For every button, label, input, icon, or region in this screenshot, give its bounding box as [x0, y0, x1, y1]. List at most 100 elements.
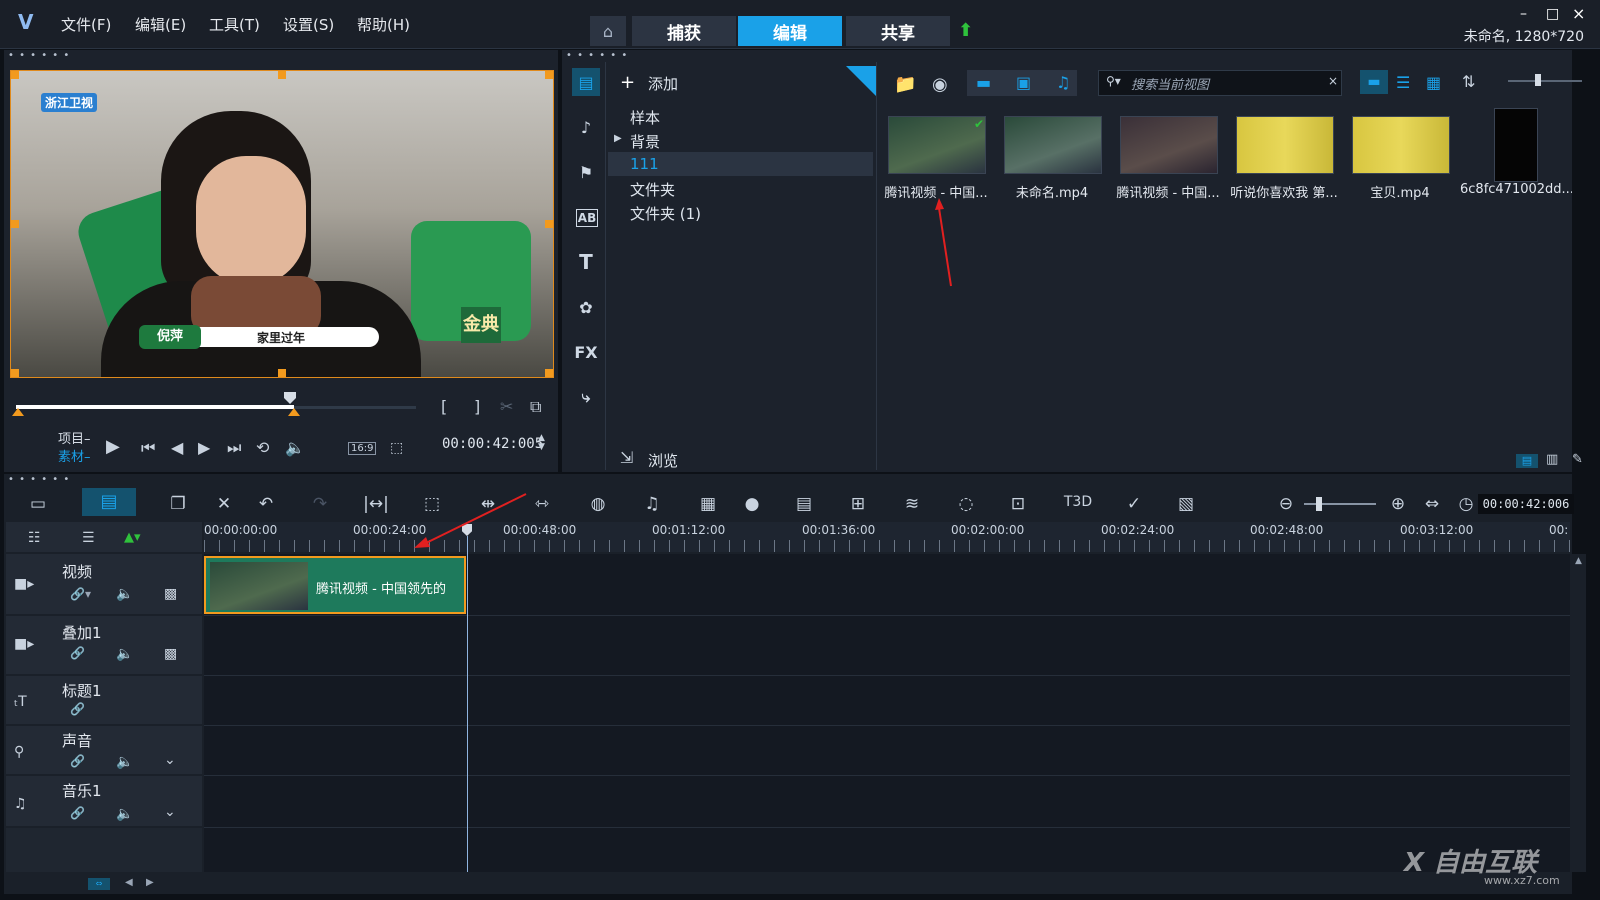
- scroll-left-icon[interactable]: ◀: [125, 877, 133, 888]
- thumb-size-slider[interactable]: [1508, 80, 1582, 82]
- link-icon[interactable]: 🔗▾: [70, 587, 91, 601]
- title-icon[interactable]: T: [572, 248, 600, 276]
- motion-tracking-icon[interactable]: ◍: [584, 494, 612, 514]
- timeline-grip[interactable]: • • • • • •: [8, 474, 70, 485]
- panel-grip[interactable]: • • • • • •: [8, 50, 70, 61]
- mask-icon[interactable]: ◌: [952, 494, 980, 514]
- subtitle-icon[interactable]: ▤: [790, 494, 818, 514]
- media-thumb-4[interactable]: [1236, 116, 1334, 174]
- zoom-slider[interactable]: [1304, 503, 1376, 505]
- media-label-6[interactable]: 6c8fc471002dd...: [1460, 182, 1572, 197]
- preview-screen[interactable]: 浙江卫视 倪萍 家里过年 金典: [10, 70, 554, 378]
- menu-edit[interactable]: 编辑(E): [135, 14, 186, 35]
- storyboard-view-icon[interactable]: ▭: [24, 494, 52, 514]
- mute-icon[interactable]: 🔈: [116, 646, 133, 662]
- mute-icon[interactable]: 🔈: [116, 754, 133, 770]
- track-video-head[interactable]: [6, 554, 202, 614]
- link-icon[interactable]: 🔗: [70, 754, 85, 768]
- preview-timecode[interactable]: 00:00:42:005: [442, 436, 543, 452]
- zoom-in-icon[interactable]: ⊕: [1384, 494, 1412, 514]
- aspect-ratio-button[interactable]: 16:9: [348, 442, 377, 455]
- ripple-edit-icon[interactable]: ▲▾: [124, 530, 141, 545]
- sort-icon[interactable]: ⇅: [1462, 72, 1475, 91]
- timeline-playhead-line[interactable]: [467, 536, 468, 872]
- mute-icon[interactable]: 🔈: [116, 586, 133, 602]
- thumb-size-slider-handle[interactable]: [1535, 74, 1541, 86]
- pin-icon[interactable]: [846, 66, 876, 96]
- transition-ab-icon[interactable]: AB: [576, 209, 598, 227]
- media-label-5[interactable]: 宝贝.mp4: [1344, 182, 1456, 201]
- list-view-icon[interactable]: ☰: [1396, 73, 1410, 92]
- minimize-button[interactable]: –: [1520, 6, 1527, 22]
- link-icon[interactable]: 🔗: [70, 646, 85, 660]
- media-thumb-1[interactable]: [888, 116, 986, 174]
- resize-handle-br[interactable]: [545, 369, 553, 377]
- upload-arrow-icon[interactable]: ⬆: [958, 20, 973, 41]
- menu-file[interactable]: 文件(F): [61, 14, 111, 35]
- copy-attributes-icon[interactable]: ❐: [164, 494, 192, 514]
- resize-handle-bl[interactable]: [11, 369, 19, 377]
- scissors-icon[interactable]: ✂: [500, 397, 513, 416]
- close-button[interactable]: ×: [1572, 4, 1585, 23]
- color-grading-icon[interactable]: ●: [738, 494, 766, 514]
- timecode-stepper[interactable]: ▲ ▼: [538, 434, 545, 452]
- resize-handle-tr[interactable]: [545, 71, 553, 79]
- resize-handle-tl[interactable]: [11, 71, 19, 79]
- library-mode-icon[interactable]: ▤: [1516, 454, 1538, 468]
- track-overlay-head[interactable]: [6, 616, 202, 674]
- import-folder-icon[interactable]: 📁: [894, 74, 916, 95]
- resize-handle-top[interactable]: [278, 71, 286, 79]
- trim-start-marker[interactable]: [12, 408, 24, 416]
- scroll-up-icon[interactable]: ▲: [1575, 556, 1582, 566]
- add-folder-button[interactable]: 添加: [648, 73, 678, 94]
- clear-search-icon[interactable]: ×: [1328, 74, 1338, 88]
- zoom-out-icon[interactable]: ⊖: [1272, 494, 1300, 514]
- expand-icon[interactable]: ▶: [614, 133, 622, 144]
- timeline-timecode[interactable]: 00:00:42:006: [1478, 494, 1574, 514]
- link-icon[interactable]: 🔗: [70, 702, 85, 716]
- go-start-icon[interactable]: ⏮: [141, 438, 155, 458]
- resize-handle-bottom[interactable]: [278, 369, 286, 377]
- multi-camera-icon[interactable]: ▦: [694, 494, 722, 514]
- undo-icon[interactable]: ↶: [252, 494, 280, 514]
- add-folder-icon[interactable]: +: [620, 72, 635, 93]
- 3d-title-icon[interactable]: T3D: [1058, 494, 1098, 510]
- tab-edit[interactable]: 编辑: [738, 16, 842, 46]
- fit-icon[interactable]: |↔|: [362, 494, 390, 514]
- video-clip[interactable]: 腾讯视频 - 中国领先的: [204, 556, 466, 614]
- expand-chevron-icon[interactable]: ⌄: [164, 804, 176, 820]
- transitions-icon[interactable]: ⚑: [572, 158, 600, 186]
- instant-project-icon[interactable]: ♪: [572, 113, 600, 141]
- media-library-icon[interactable]: ▤: [572, 68, 600, 96]
- track-title-head[interactable]: [6, 676, 202, 724]
- media-thumb-3[interactable]: [1120, 116, 1218, 174]
- grid-view-icon[interactable]: ▦: [1426, 73, 1441, 92]
- track-manager-icon[interactable]: ☷: [28, 530, 41, 546]
- capture-icon[interactable]: ◉: [932, 74, 948, 95]
- timeline-view-icon[interactable]: ▤: [82, 488, 136, 516]
- zoom-slider-handle[interactable]: [1316, 497, 1322, 511]
- crop-icon[interactable]: ⬚: [390, 440, 403, 456]
- browse-icon[interactable]: ⇲: [620, 448, 633, 467]
- home-icon[interactable]: ⌂: [590, 16, 626, 46]
- edit-icon[interactable]: ✎: [1572, 452, 1583, 467]
- repeat-icon[interactable]: ⟲: [256, 438, 269, 457]
- next-frame-icon[interactable]: ▶: [198, 438, 210, 457]
- go-end-icon[interactable]: ⏭: [227, 438, 241, 458]
- folder-background[interactable]: 背景: [630, 131, 660, 152]
- media-label-3[interactable]: 腾讯视频 - 中国...: [1112, 182, 1224, 201]
- folder-folder-1[interactable]: 文件夹 (1): [630, 203, 701, 224]
- scroll-right-icon[interactable]: ▶: [146, 877, 154, 888]
- pan-zoom-icon[interactable]: ⊡: [1004, 494, 1032, 514]
- chapter-point-icon[interactable]: ☰: [82, 530, 95, 546]
- media-label-2[interactable]: 未命名.mp4: [996, 182, 1108, 201]
- transparency-icon[interactable]: ▩: [164, 586, 177, 602]
- browse-button[interactable]: 浏览: [648, 450, 678, 471]
- menu-tools[interactable]: 工具(T): [209, 14, 260, 35]
- thumbnail-view-icon[interactable]: ▬: [1360, 70, 1388, 94]
- maximize-button[interactable]: □: [1546, 6, 1559, 22]
- mode-clip[interactable]: 素材–: [58, 446, 91, 465]
- time-remap-icon[interactable]: ≋: [898, 494, 926, 514]
- media-thumb-5[interactable]: [1352, 116, 1450, 174]
- vertical-scrollbar[interactable]: [1572, 554, 1586, 872]
